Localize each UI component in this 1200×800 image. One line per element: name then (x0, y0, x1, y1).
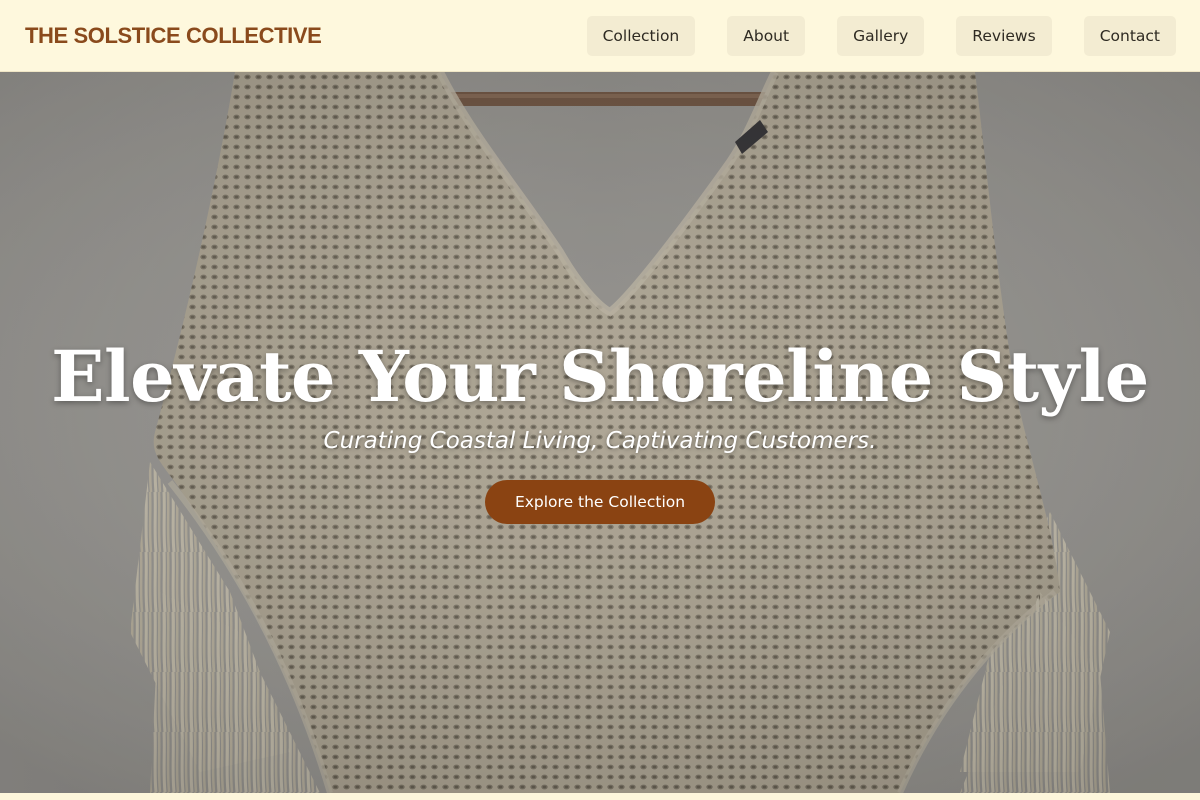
nav-reviews-link[interactable]: Reviews (956, 15, 1052, 56)
main-nav: Collection About Gallery Reviews Contact (586, 15, 1176, 56)
section-divider-strip (0, 793, 1200, 800)
brand-logo-text[interactable]: THE SOLSTICE COLLECTIVE (25, 23, 322, 49)
nav-collection-link[interactable]: Collection (586, 15, 696, 56)
nav-gallery-link[interactable]: Gallery (837, 15, 925, 56)
hero-content: Elevate Your Shoreline Style Curating Co… (0, 342, 1200, 524)
nav-contact-link[interactable]: Contact (1083, 15, 1176, 56)
hero-title: Elevate Your Shoreline Style (51, 335, 1149, 418)
nav-about-link[interactable]: About (727, 15, 806, 56)
explore-collection-button[interactable]: Explore the Collection (485, 480, 715, 524)
hero-subtitle: Curating Coastal Living, Captivating Cus… (323, 428, 877, 454)
top-navbar: THE SOLSTICE COLLECTIVE Collection About… (0, 0, 1200, 72)
hero-section: Elevate Your Shoreline Style Curating Co… (0, 72, 1200, 793)
